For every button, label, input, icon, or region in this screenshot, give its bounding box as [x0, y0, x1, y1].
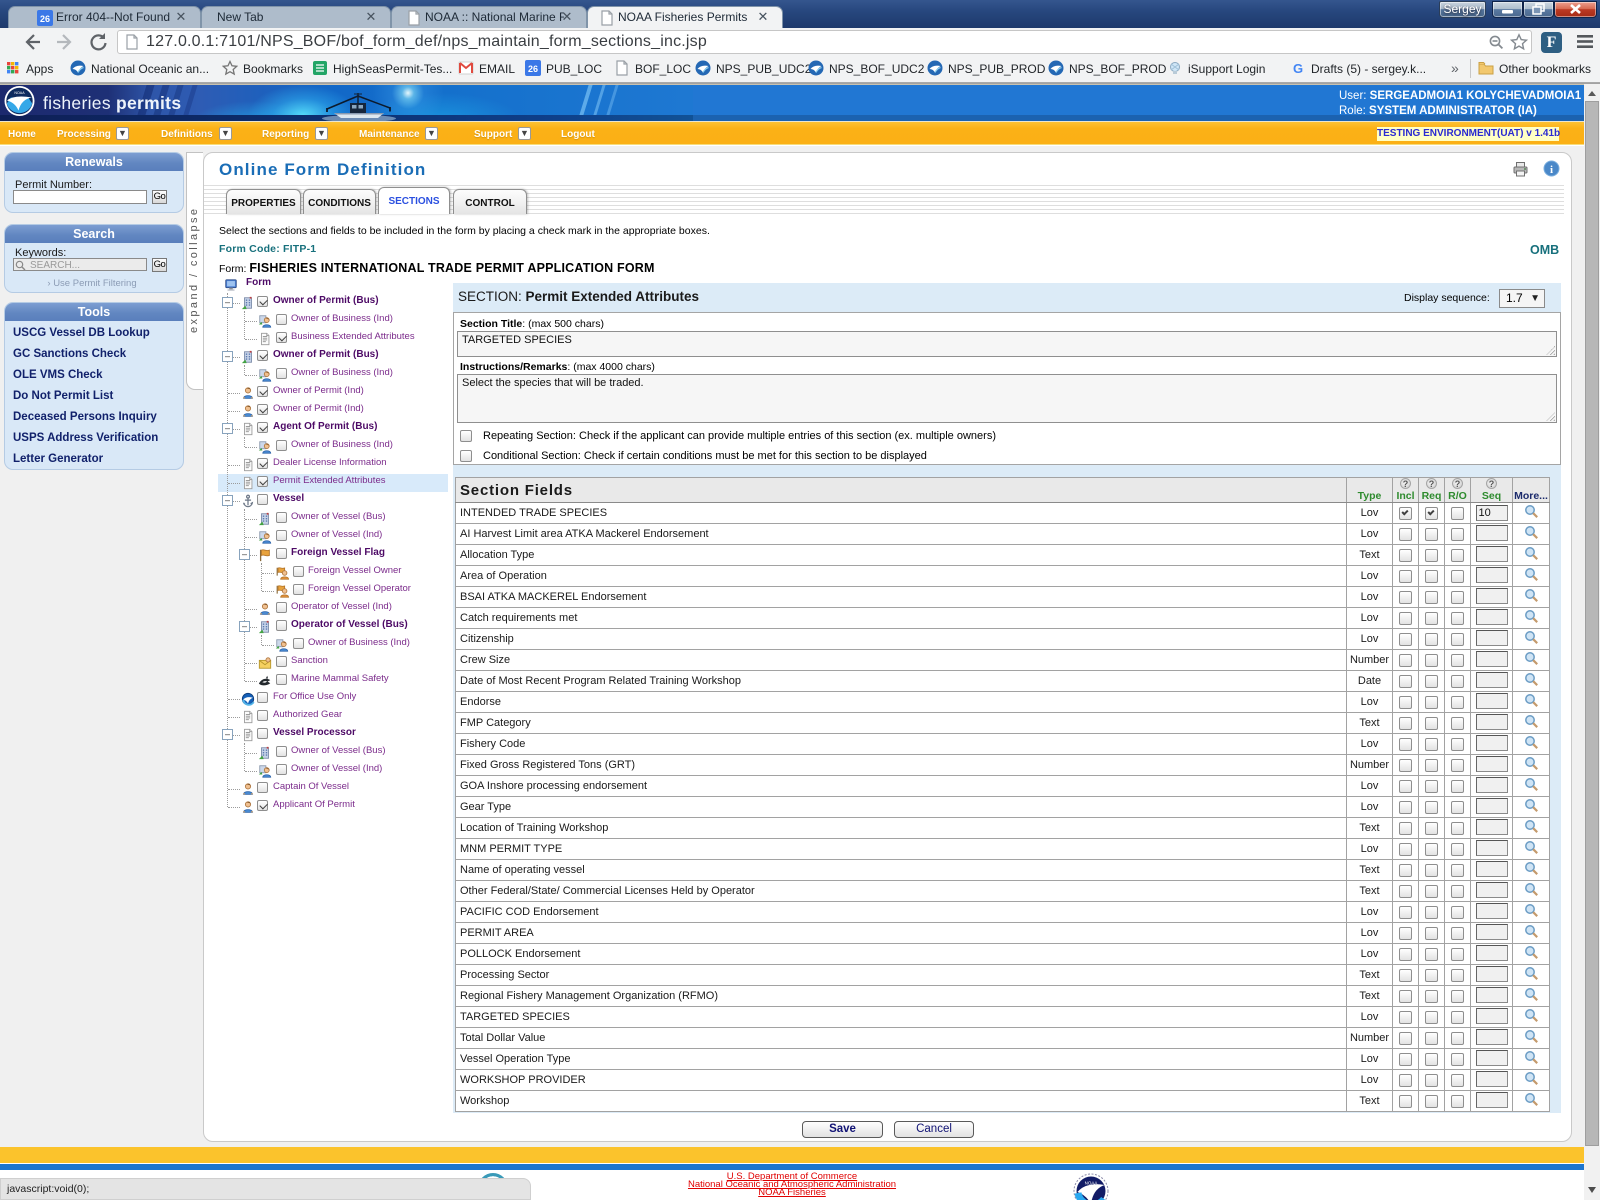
svg-text:i: i	[1550, 164, 1553, 176]
svg-text:G: G	[1293, 61, 1303, 76]
svg-text:26: 26	[528, 64, 538, 74]
svg-text:NOAA: NOAA	[1085, 1181, 1098, 1186]
svg-text:NOAA: NOAA	[14, 91, 25, 95]
svg-text:26: 26	[40, 14, 50, 24]
